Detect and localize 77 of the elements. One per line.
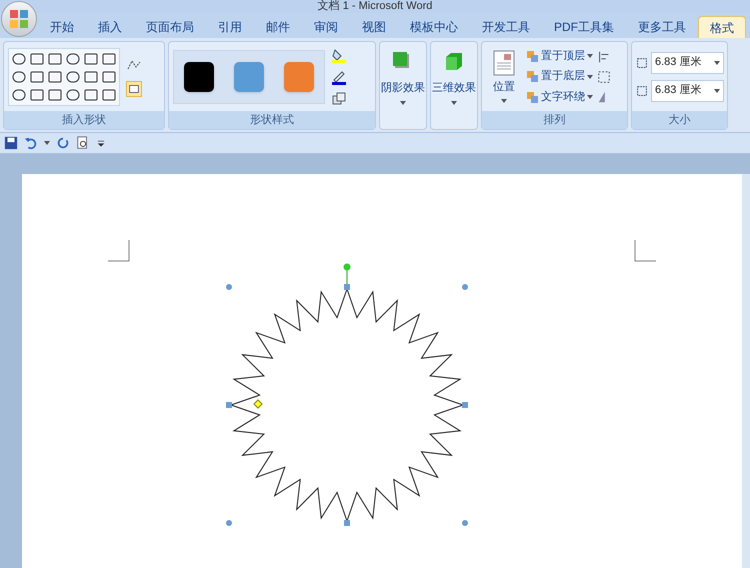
shape-icon[interactable]	[101, 50, 117, 66]
shape-icon[interactable]	[65, 68, 81, 84]
ribbon-tab[interactable]: 格式	[698, 16, 746, 38]
height-icon[interactable]	[635, 56, 649, 70]
print-preview-icon[interactable]	[76, 136, 90, 150]
page-picture-icon	[493, 50, 515, 76]
ribbon-tab[interactable]: 插入	[86, 16, 134, 38]
ribbon-tab[interactable]: 开发工具	[470, 16, 542, 38]
shapes-icon[interactable]	[331, 90, 347, 106]
margin-corner-icon	[108, 240, 130, 262]
window-title: 文档 1 - Microsoft Word	[318, 0, 432, 13]
save-icon[interactable]	[4, 136, 18, 150]
ribbon-tab[interactable]: 页面布局	[134, 16, 206, 38]
style-swatch[interactable]	[184, 62, 214, 92]
customize-icon[interactable]	[96, 138, 106, 148]
shape-icon[interactable]	[101, 68, 117, 84]
ribbon-tab[interactable]: PDF工具集	[542, 16, 626, 38]
arrange-button[interactable]: 置于顶层	[526, 48, 593, 64]
group-label: 形状样式	[169, 111, 375, 129]
shape-icon[interactable]	[29, 68, 45, 84]
undo-icon[interactable]	[24, 136, 38, 150]
shape-icon[interactable]	[47, 86, 63, 102]
caret-icon	[451, 100, 457, 104]
shape-icon[interactable]	[83, 86, 99, 102]
layer-icon	[526, 90, 539, 104]
caret-icon	[501, 98, 507, 103]
office-logo-icon	[9, 9, 29, 29]
group-label: 大小	[632, 111, 727, 129]
ribbon-tab[interactable]: 视图	[350, 16, 398, 38]
group-label: 插入形状	[4, 111, 164, 129]
spin-icon	[714, 60, 720, 64]
layer-icon	[526, 50, 539, 62]
shape-icon[interactable]	[29, 86, 45, 102]
group-icon[interactable]	[597, 70, 611, 84]
shape-icon[interactable]	[65, 86, 81, 102]
group-label: 排列	[482, 111, 627, 129]
ribbon-tab[interactable]: 邮件	[254, 16, 302, 38]
ribbon-tab[interactable]: 开始	[38, 16, 86, 38]
office-button[interactable]	[1, 1, 37, 37]
redo-icon[interactable]	[56, 136, 70, 150]
3d-effects-button[interactable]: 三维效果	[430, 41, 478, 130]
shape-icon[interactable]	[83, 50, 99, 66]
position-button[interactable]: 位置	[486, 50, 522, 103]
width-icon[interactable]	[635, 84, 649, 98]
caret-icon	[587, 54, 593, 58]
shape-icon[interactable]	[47, 50, 63, 66]
ribbon-tab[interactable]: 引用	[206, 16, 254, 38]
shape-icon[interactable]	[11, 86, 27, 102]
fill-bucket-icon[interactable]	[331, 46, 347, 62]
shadow-effects-button[interactable]: 阴影效果	[379, 41, 427, 130]
size-field[interactable]: 6.83 厘米	[651, 80, 724, 102]
shape-icon[interactable]	[83, 68, 99, 84]
shape-icon[interactable]	[47, 68, 63, 84]
ribbon-tab[interactable]: 更多工具	[626, 16, 698, 38]
shape-icon[interactable]	[11, 68, 27, 84]
layer-icon	[526, 70, 539, 83]
ribbon-tab[interactable]: 模板中心	[398, 16, 470, 38]
shape-icon[interactable]	[101, 86, 117, 102]
ribbon-tab[interactable]: 审阅	[302, 16, 350, 38]
arrange-button[interactable]: 文字环绕	[526, 88, 593, 106]
pen-outline-icon[interactable]	[331, 68, 347, 84]
text-box-icon[interactable]	[126, 80, 142, 96]
shape-icon[interactable]	[11, 50, 27, 66]
caret-icon	[400, 100, 406, 104]
align-icon[interactable]	[597, 50, 611, 64]
style-swatch[interactable]	[234, 62, 264, 92]
style-swatch[interactable]	[284, 62, 314, 92]
margin-corner-icon	[634, 240, 656, 262]
shape-icon[interactable]	[29, 50, 45, 66]
scrollbar[interactable]	[742, 174, 750, 568]
arrange-button[interactable]: 置于底层	[526, 68, 593, 85]
caret-icon	[587, 74, 593, 78]
shape-icon[interactable]	[65, 50, 81, 66]
spin-icon	[714, 88, 720, 92]
caret-icon	[44, 141, 50, 145]
size-field[interactable]: 6.83 厘米	[651, 52, 724, 74]
caret-icon	[587, 95, 593, 99]
